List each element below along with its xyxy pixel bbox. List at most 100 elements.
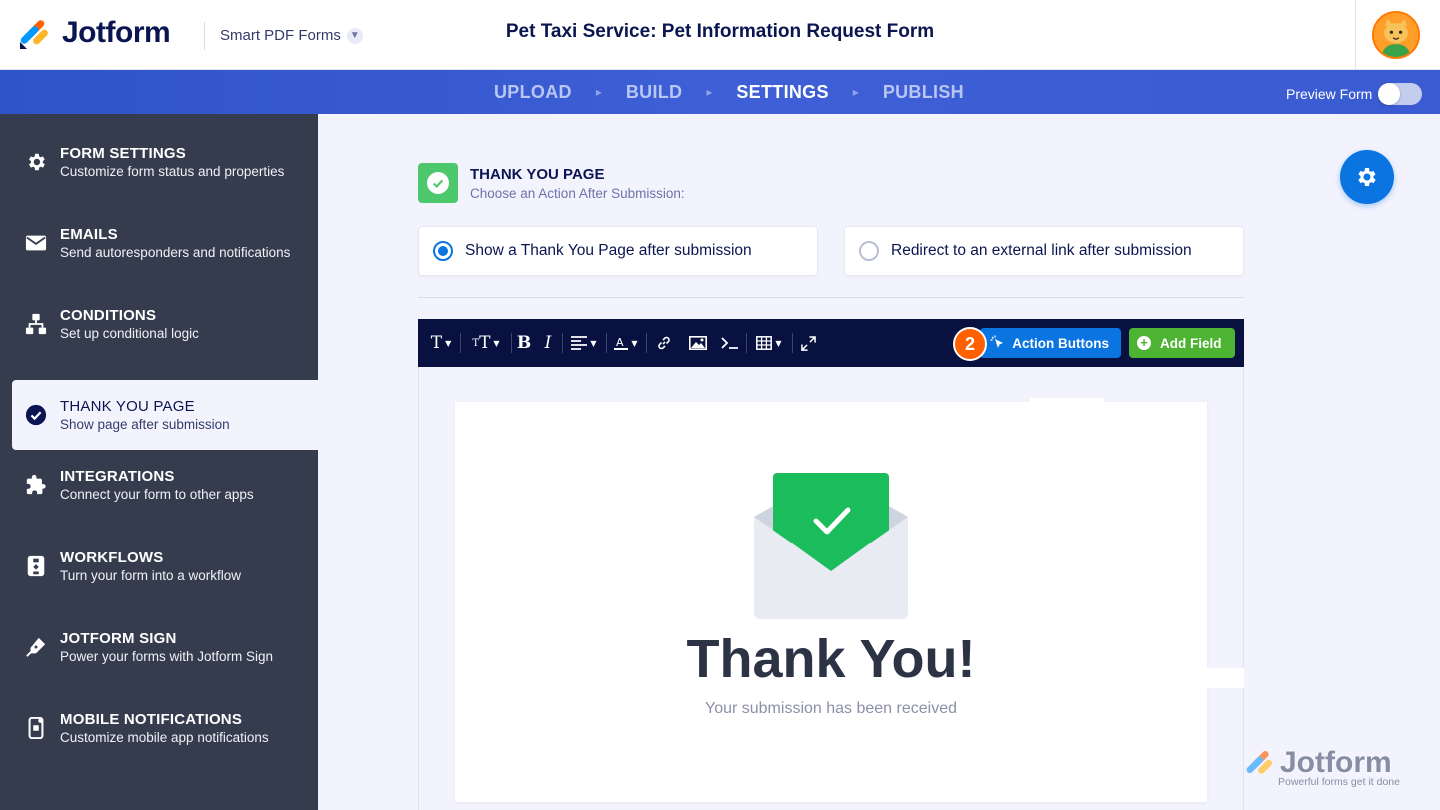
mobile-icon (24, 716, 48, 740)
envelope-check-icon (754, 473, 908, 619)
table-icon (756, 336, 773, 350)
text-color-button[interactable]: A ▼ (612, 319, 640, 367)
envelope-icon (24, 231, 48, 255)
watermark-tagline: Powerful forms get it done (1278, 776, 1400, 788)
toggle-knob (1378, 83, 1401, 105)
product-switcher[interactable]: Smart PDF Forms ▼ (220, 27, 363, 44)
sidebar-item-subtitle: Send autoresponders and notifications (60, 245, 291, 260)
sidebar-item-title: THANK YOU PAGE (60, 398, 195, 415)
link-button[interactable] (654, 319, 674, 367)
card-overlay-patch (1030, 398, 1104, 404)
step-navigation: UPLOAD ▸ BUILD ▸ SETTINGS ▸ PUBLISH Prev… (0, 70, 1440, 114)
caret-down-icon: ▼ (445, 338, 452, 348)
step-settings[interactable]: SETTINGS (736, 82, 828, 103)
toolbar-divider (562, 333, 563, 353)
sidebar-item-title: WORKFLOWS (60, 549, 164, 566)
sidebar-item-subtitle: Turn your form into a workflow (60, 568, 242, 583)
user-avatar[interactable] (1372, 11, 1420, 59)
option-show-thank-you-page[interactable]: Show a Thank You Page after submission (418, 226, 818, 276)
pen-icon (24, 635, 48, 659)
sidebar-item-workflows[interactable]: WORKFLOWS Turn your form into a workflow (0, 531, 318, 601)
toolbar-divider (511, 333, 512, 353)
link-icon (658, 336, 670, 350)
thank-you-page-header: THANK YOU PAGE Choose an Action After Su… (418, 163, 685, 203)
step-upload[interactable]: UPLOAD (494, 82, 572, 103)
submission-received-message[interactable]: Your submission has been received (455, 700, 1207, 718)
radio-button-selected[interactable] (433, 241, 453, 261)
align-button[interactable]: ▼ (568, 319, 600, 367)
toolbar-divider (606, 333, 607, 353)
settings-gear-button[interactable] (1340, 150, 1394, 204)
option-redirect-external-link[interactable]: Redirect to an external link after submi… (844, 226, 1244, 276)
toolbar-divider (646, 333, 647, 353)
sidebar-item-conditions[interactable]: CONDITIONS Set up conditional logic (0, 289, 318, 359)
font-family-button[interactable]: T ▼ (426, 319, 456, 367)
watermark-brand: Jotform (1280, 746, 1392, 779)
preview-form-control: Preview Form (1286, 83, 1423, 105)
action-buttons-button[interactable]: Action Buttons (980, 328, 1121, 358)
avatar-divider (1355, 0, 1356, 70)
gear-icon (24, 150, 48, 174)
align-left-icon (571, 336, 588, 350)
wizard-steps: UPLOAD ▸ BUILD ▸ SETTINGS ▸ PUBLISH (494, 70, 964, 114)
image-button[interactable] (688, 319, 708, 367)
sidebar-item-title: JOTFORM SIGN (60, 630, 177, 647)
step-build[interactable]: BUILD (626, 82, 683, 103)
section-title: THANK YOU PAGE (470, 165, 605, 183)
conditions-icon (24, 312, 48, 336)
fullscreen-button[interactable] (798, 319, 818, 367)
check-icon (418, 163, 458, 203)
expand-icon (800, 335, 816, 351)
preview-form-label: Preview Form (1286, 86, 1373, 102)
add-field-button[interactable]: + Add Field (1129, 328, 1235, 358)
add-field-label: Add Field (1160, 335, 1222, 351)
caret-down-icon: ▼ (493, 338, 500, 348)
sidebar-item-emails[interactable]: EMAILS Send autoresponders and notificat… (0, 208, 318, 278)
step-arrow-icon: ▸ (706, 85, 713, 99)
svg-text:A: A (616, 336, 624, 349)
toolbar-divider (746, 333, 747, 353)
form-title[interactable]: Pet Taxi Service: Pet Information Reques… (506, 21, 934, 42)
italic-button[interactable]: I (540, 319, 556, 367)
sidebar-item-thank-you-page[interactable]: THANK YOU PAGE Show page after submissio… (12, 380, 318, 450)
settings-sidebar: FORM SETTINGS Customize form status and … (0, 114, 318, 810)
jotform-logo[interactable]: Jotform (18, 16, 171, 50)
table-button[interactable]: ▼ (752, 319, 786, 367)
bold-button[interactable]: B (514, 319, 534, 367)
preview-form-toggle[interactable] (1378, 83, 1423, 105)
sidebar-item-subtitle: Power your forms with Jotform Sign (60, 649, 274, 664)
sidebar-item-mobile-notifications[interactable]: MOBILE NOTIFICATIONS Customize mobile ap… (0, 693, 318, 763)
caret-down-icon: ▼ (631, 338, 638, 348)
header-divider (204, 22, 205, 50)
cursor-click-icon (990, 335, 1003, 348)
jotform-logo-icon (20, 20, 48, 49)
option-label: Show a Thank You Page after submission (465, 242, 752, 259)
code-button[interactable] (720, 319, 740, 367)
font-size-button[interactable]: T T ▼ (468, 319, 504, 367)
sidebar-item-subtitle: Customize mobile app notifications (60, 730, 269, 745)
step-publish[interactable]: PUBLISH (883, 82, 964, 103)
sidebar-item-subtitle: Connect your form to other apps (60, 487, 254, 502)
gear-icon (1358, 168, 1376, 186)
thank-you-heading[interactable]: Thank You! (455, 628, 1207, 690)
sidebar-item-subtitle: Set up conditional logic (60, 326, 199, 341)
sidebar-item-title: MOBILE NOTIFICATIONS (60, 711, 243, 728)
jotform-watermark: Jotform Powerful forms get it done (1244, 746, 1400, 788)
step-number-badge: 2 (953, 327, 987, 361)
sidebar-item-jotform-sign[interactable]: JOTFORM SIGN Power your forms with Jotfo… (0, 612, 318, 682)
radio-button[interactable] (859, 241, 879, 261)
avatar-cat-icon (1374, 13, 1418, 57)
sidebar-item-form-settings[interactable]: FORM SETTINGS Customize form status and … (0, 127, 318, 197)
form-title-wrap: Pet Taxi Service: Pet Information Reques… (0, 21, 1440, 43)
sidebar-item-integrations[interactable]: INTEGRATIONS Connect your form to other … (0, 450, 318, 520)
sidebar-item-subtitle: Show page after submission (60, 417, 230, 432)
step-arrow-icon: ▸ (852, 85, 859, 99)
caret-down-icon: ▼ (590, 338, 597, 348)
option-label: Redirect to an external link after submi… (891, 242, 1192, 259)
puzzle-icon (24, 473, 48, 497)
sidebar-item-title: FORM SETTINGS (60, 145, 186, 162)
plus-circle-icon: + (1137, 336, 1151, 350)
toolbar-divider (460, 333, 461, 353)
chevron-down-icon: ▼ (346, 27, 363, 44)
workflow-icon (24, 554, 48, 578)
